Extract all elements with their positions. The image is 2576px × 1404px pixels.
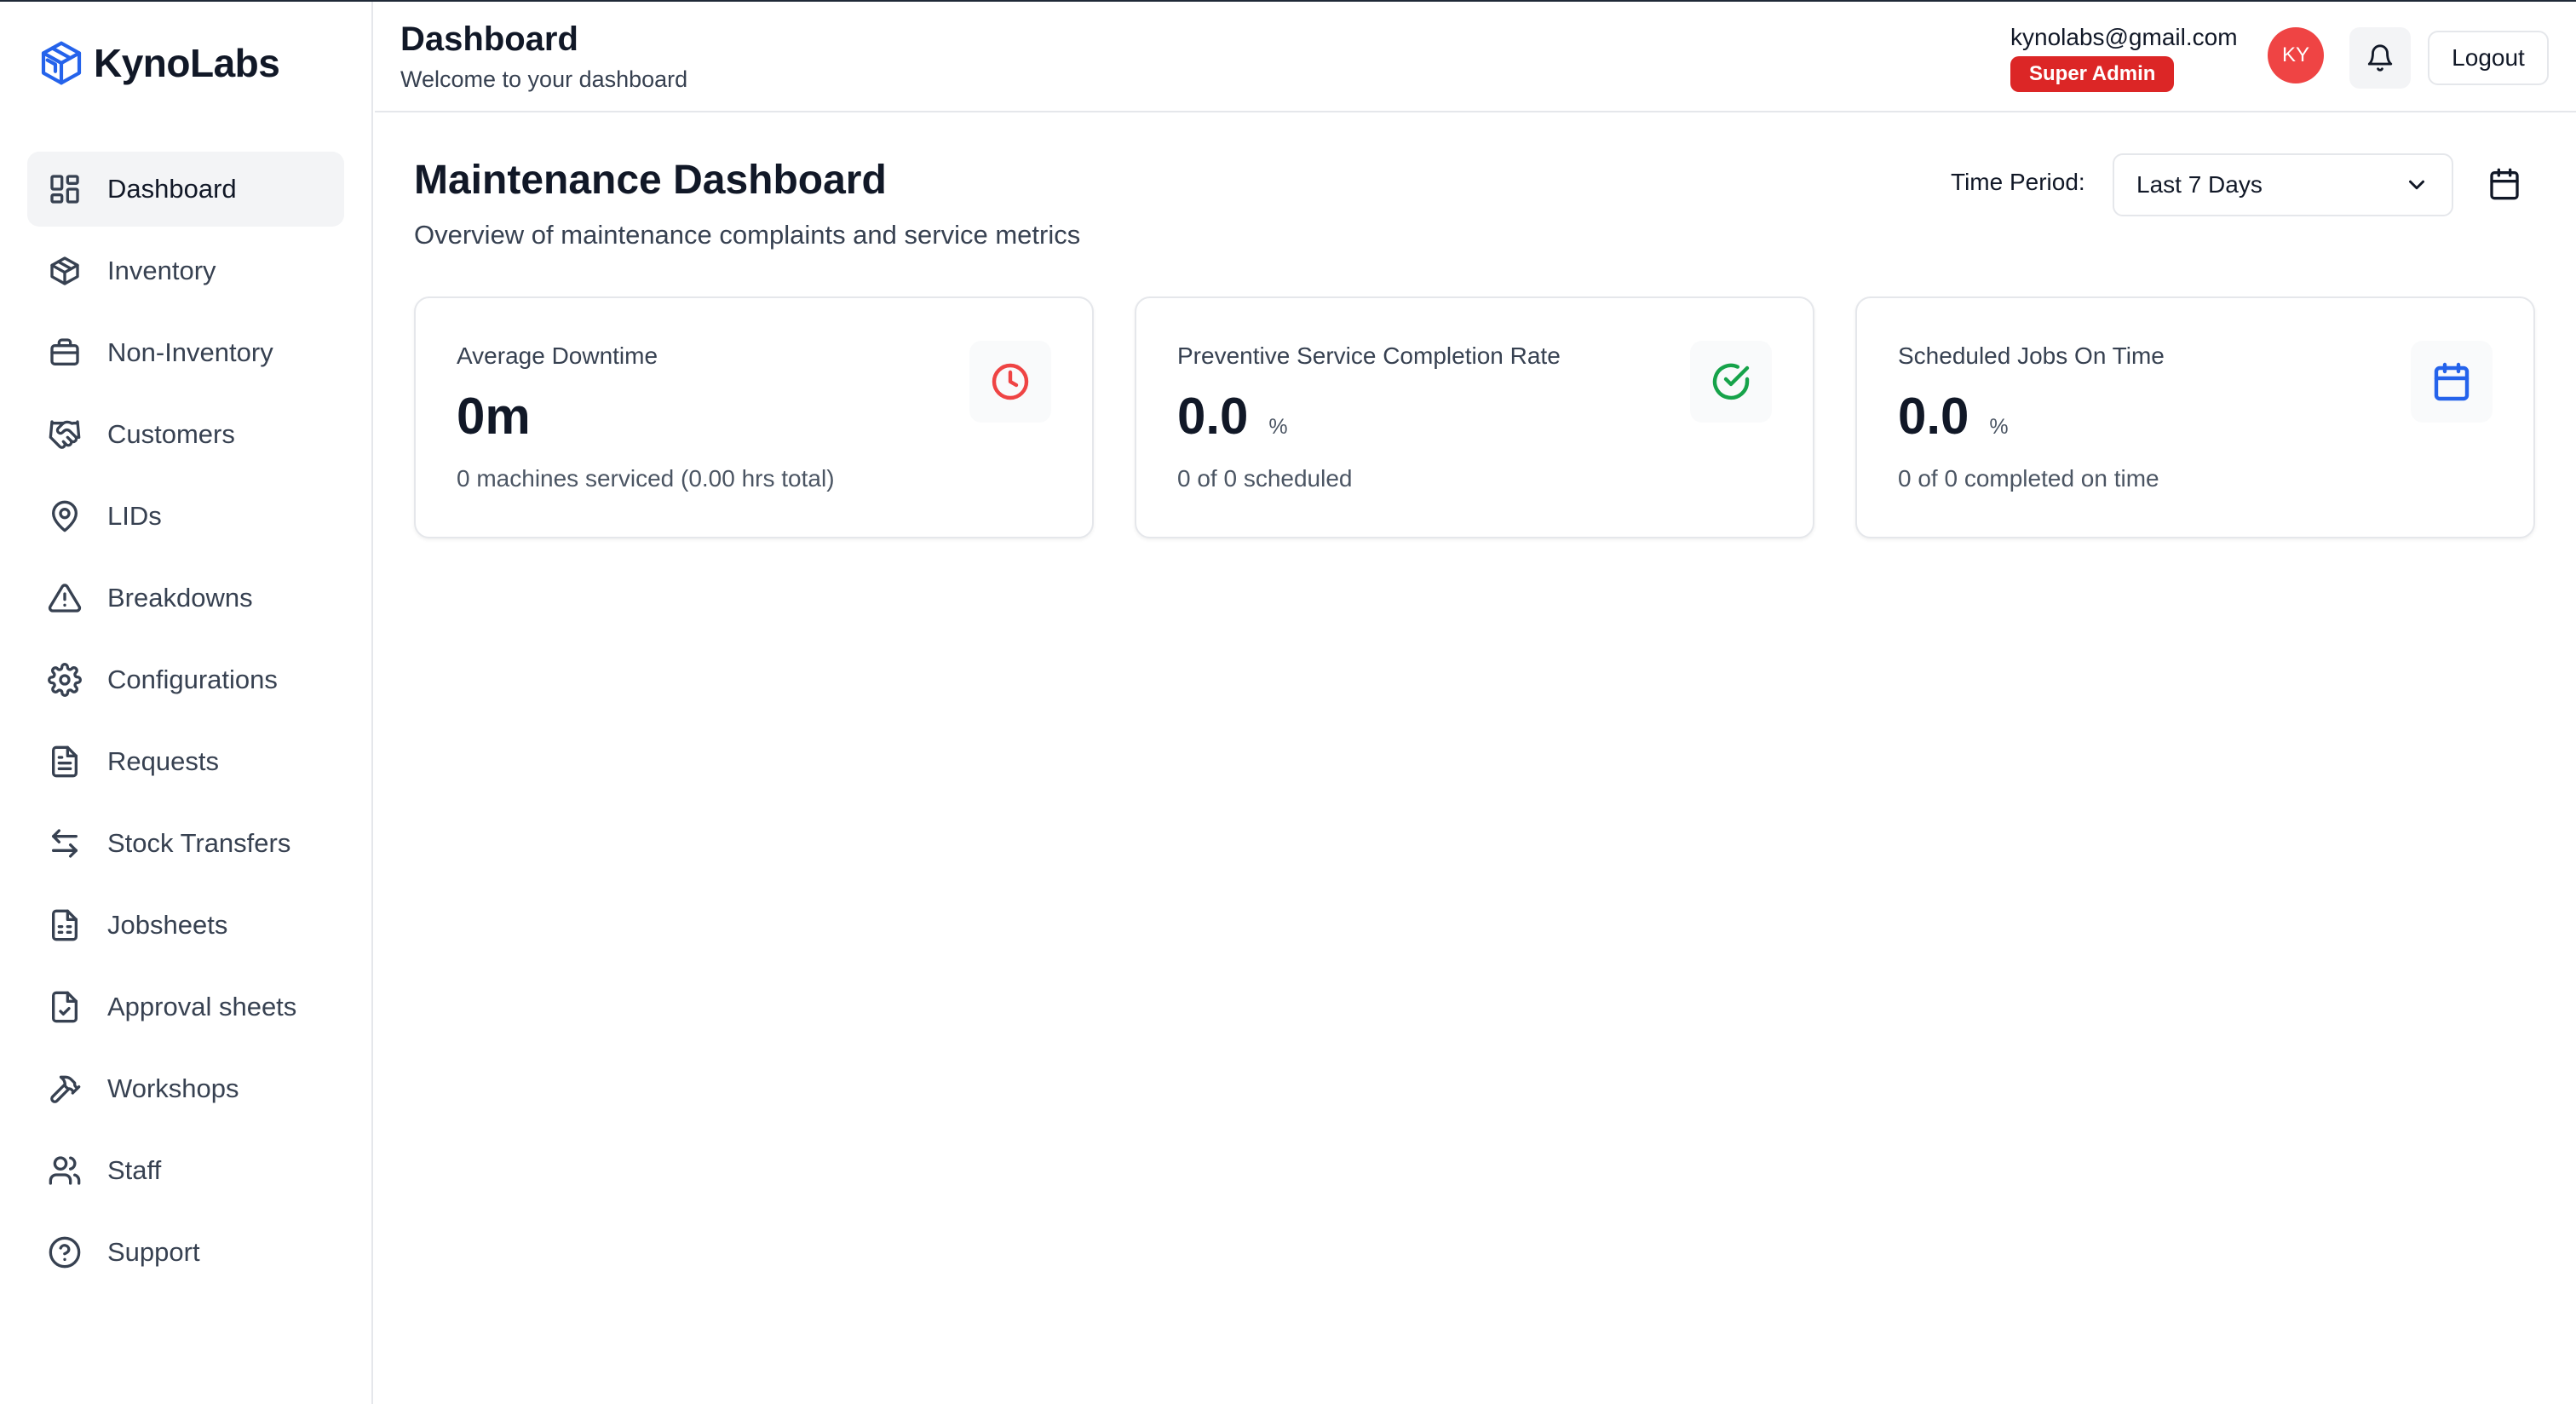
metric-label: Average Downtime bbox=[457, 342, 658, 369]
sidebar-nav: Dashboard Inventory Non-Inventory Custom… bbox=[27, 152, 344, 1297]
metric-value: 0m bbox=[457, 387, 551, 446]
package-icon bbox=[50, 256, 79, 285]
map-pin-icon bbox=[52, 500, 78, 532]
metric-number: 0.0 bbox=[1177, 388, 1249, 445]
users-icon bbox=[49, 1156, 81, 1185]
sidebar-item-label: Non-Inventory bbox=[107, 337, 273, 367]
brand-name: KynoLabs bbox=[94, 41, 280, 85]
hammer-icon bbox=[50, 1075, 81, 1103]
sidebar-item-approval-sheets[interactable]: Approval sheets bbox=[27, 970, 344, 1044]
clock-icon bbox=[992, 363, 1029, 400]
sidebar-item-label: Approval sheets bbox=[107, 992, 297, 1021]
metric-icon-box bbox=[2411, 341, 2493, 423]
sidebar-item-label: Inventory bbox=[107, 256, 216, 285]
sidebar-item-support[interactable]: Support bbox=[27, 1215, 344, 1290]
user-email: kynolabs@gmail.com bbox=[2010, 24, 2238, 50]
date-picker-button[interactable] bbox=[2487, 167, 2521, 201]
metric-footnote: 0 of 0 completed on time bbox=[1898, 465, 2159, 492]
sidebar-item-lids[interactable]: LIDs bbox=[27, 479, 344, 554]
gear-icon bbox=[48, 663, 82, 697]
time-period-value: Last 7 Days bbox=[2136, 171, 2263, 198]
alert-triangle-icon bbox=[48, 584, 82, 613]
file-spreadsheet-icon bbox=[52, 909, 78, 941]
calendar-icon bbox=[2490, 168, 2519, 200]
calendar-icon bbox=[2434, 362, 2470, 401]
page-subtitle: Overview of maintenance complaints and s… bbox=[414, 220, 1081, 250]
metric-number: 0m bbox=[457, 388, 531, 445]
file-check-icon bbox=[52, 991, 78, 1023]
briefcase-icon bbox=[50, 338, 79, 365]
metric-number: 0.0 bbox=[1898, 388, 1969, 445]
metric-unit: % bbox=[1268, 415, 1288, 439]
file-text-icon bbox=[52, 745, 78, 778]
sidebar-item-workshops[interactable]: Workshops bbox=[27, 1051, 344, 1126]
sidebar-item-jobsheets[interactable]: Jobsheets bbox=[27, 888, 344, 963]
sidebar-item-label: Stock Transfers bbox=[107, 828, 291, 858]
sidebar-item-breakdowns[interactable]: Breakdowns bbox=[27, 561, 344, 636]
box-logo-icon bbox=[41, 41, 82, 85]
sidebar-item-label: Breakdowns bbox=[107, 583, 253, 613]
sidebar-item-customers[interactable]: Customers bbox=[27, 397, 344, 472]
sidebar-item-label: Staff bbox=[107, 1155, 162, 1185]
page-title: Maintenance Dashboard bbox=[414, 158, 887, 203]
time-period-label: Time Period: bbox=[1951, 169, 2085, 195]
metric-value: 0.0 % bbox=[1177, 387, 1288, 446]
time-period-select[interactable]: Last 7 Days bbox=[2113, 153, 2453, 216]
sidebar-item-label: Workshops bbox=[107, 1073, 239, 1103]
sidebar-item-label: Customers bbox=[107, 419, 235, 449]
role-badge: Super Admin bbox=[2010, 56, 2175, 92]
handshake-icon bbox=[49, 420, 81, 449]
sidebar-item-inventory[interactable]: Inventory bbox=[27, 233, 344, 308]
header-subtitle: Welcome to your dashboard bbox=[400, 66, 688, 92]
layout-grid-icon bbox=[50, 175, 79, 204]
chevron-down-icon bbox=[2409, 180, 2424, 190]
metric-card-scheduled-jobs: Scheduled Jobs On Time 0.0 % 0 of 0 comp… bbox=[1855, 296, 2535, 538]
metric-value: 0.0 % bbox=[1898, 387, 2009, 446]
metric-footnote: 0 of 0 scheduled bbox=[1177, 465, 1353, 492]
brand[interactable]: KynoLabs bbox=[37, 37, 280, 89]
metric-label: Scheduled Jobs On Time bbox=[1898, 342, 2165, 369]
metric-unit: % bbox=[1989, 415, 2009, 439]
metric-card-average-downtime: Average Downtime 0m 0 machines serviced … bbox=[414, 296, 1094, 538]
sidebar-item-label: Support bbox=[107, 1237, 200, 1267]
sidebar-item-staff[interactable]: Staff bbox=[27, 1133, 344, 1208]
avatar[interactable]: KY bbox=[2268, 27, 2324, 83]
sidebar-item-label: Jobsheets bbox=[107, 910, 228, 940]
sidebar-item-requests[interactable]: Requests bbox=[27, 724, 344, 799]
notifications-button[interactable] bbox=[2349, 27, 2411, 89]
sidebar-item-label: Dashboard bbox=[107, 174, 237, 204]
metric-footnote: 0 machines serviced (0.00 hrs total) bbox=[457, 465, 835, 492]
top-header: Dashboard Welcome to your dashboard kyno… bbox=[375, 2, 2576, 112]
header-title: Dashboard bbox=[400, 20, 578, 58]
sidebar: KynoLabs Dashboard Inventory Non-Invento… bbox=[0, 2, 373, 1404]
bell-icon bbox=[2367, 44, 2393, 72]
sidebar-item-configurations[interactable]: Configurations bbox=[27, 642, 344, 717]
arrows-left-right-icon bbox=[52, 829, 78, 858]
metric-label: Preventive Service Completion Rate bbox=[1177, 342, 1561, 369]
metric-card-preventive-service: Preventive Service Completion Rate 0.0 %… bbox=[1135, 296, 1814, 538]
logout-button[interactable]: Logout bbox=[2428, 31, 2549, 85]
help-circle-icon bbox=[49, 1236, 81, 1269]
sidebar-item-label: Requests bbox=[107, 746, 219, 776]
sidebar-item-dashboard[interactable]: Dashboard bbox=[27, 152, 344, 227]
sidebar-item-label: Configurations bbox=[107, 665, 278, 694]
sidebar-item-non-inventory[interactable]: Non-Inventory bbox=[27, 315, 344, 390]
sidebar-item-label: LIDs bbox=[107, 501, 162, 531]
sidebar-item-stock-transfers[interactable]: Stock Transfers bbox=[27, 806, 344, 881]
check-circle-icon bbox=[1712, 363, 1750, 400]
metric-icon-box bbox=[1690, 341, 1772, 423]
metric-icon-box bbox=[969, 341, 1051, 423]
